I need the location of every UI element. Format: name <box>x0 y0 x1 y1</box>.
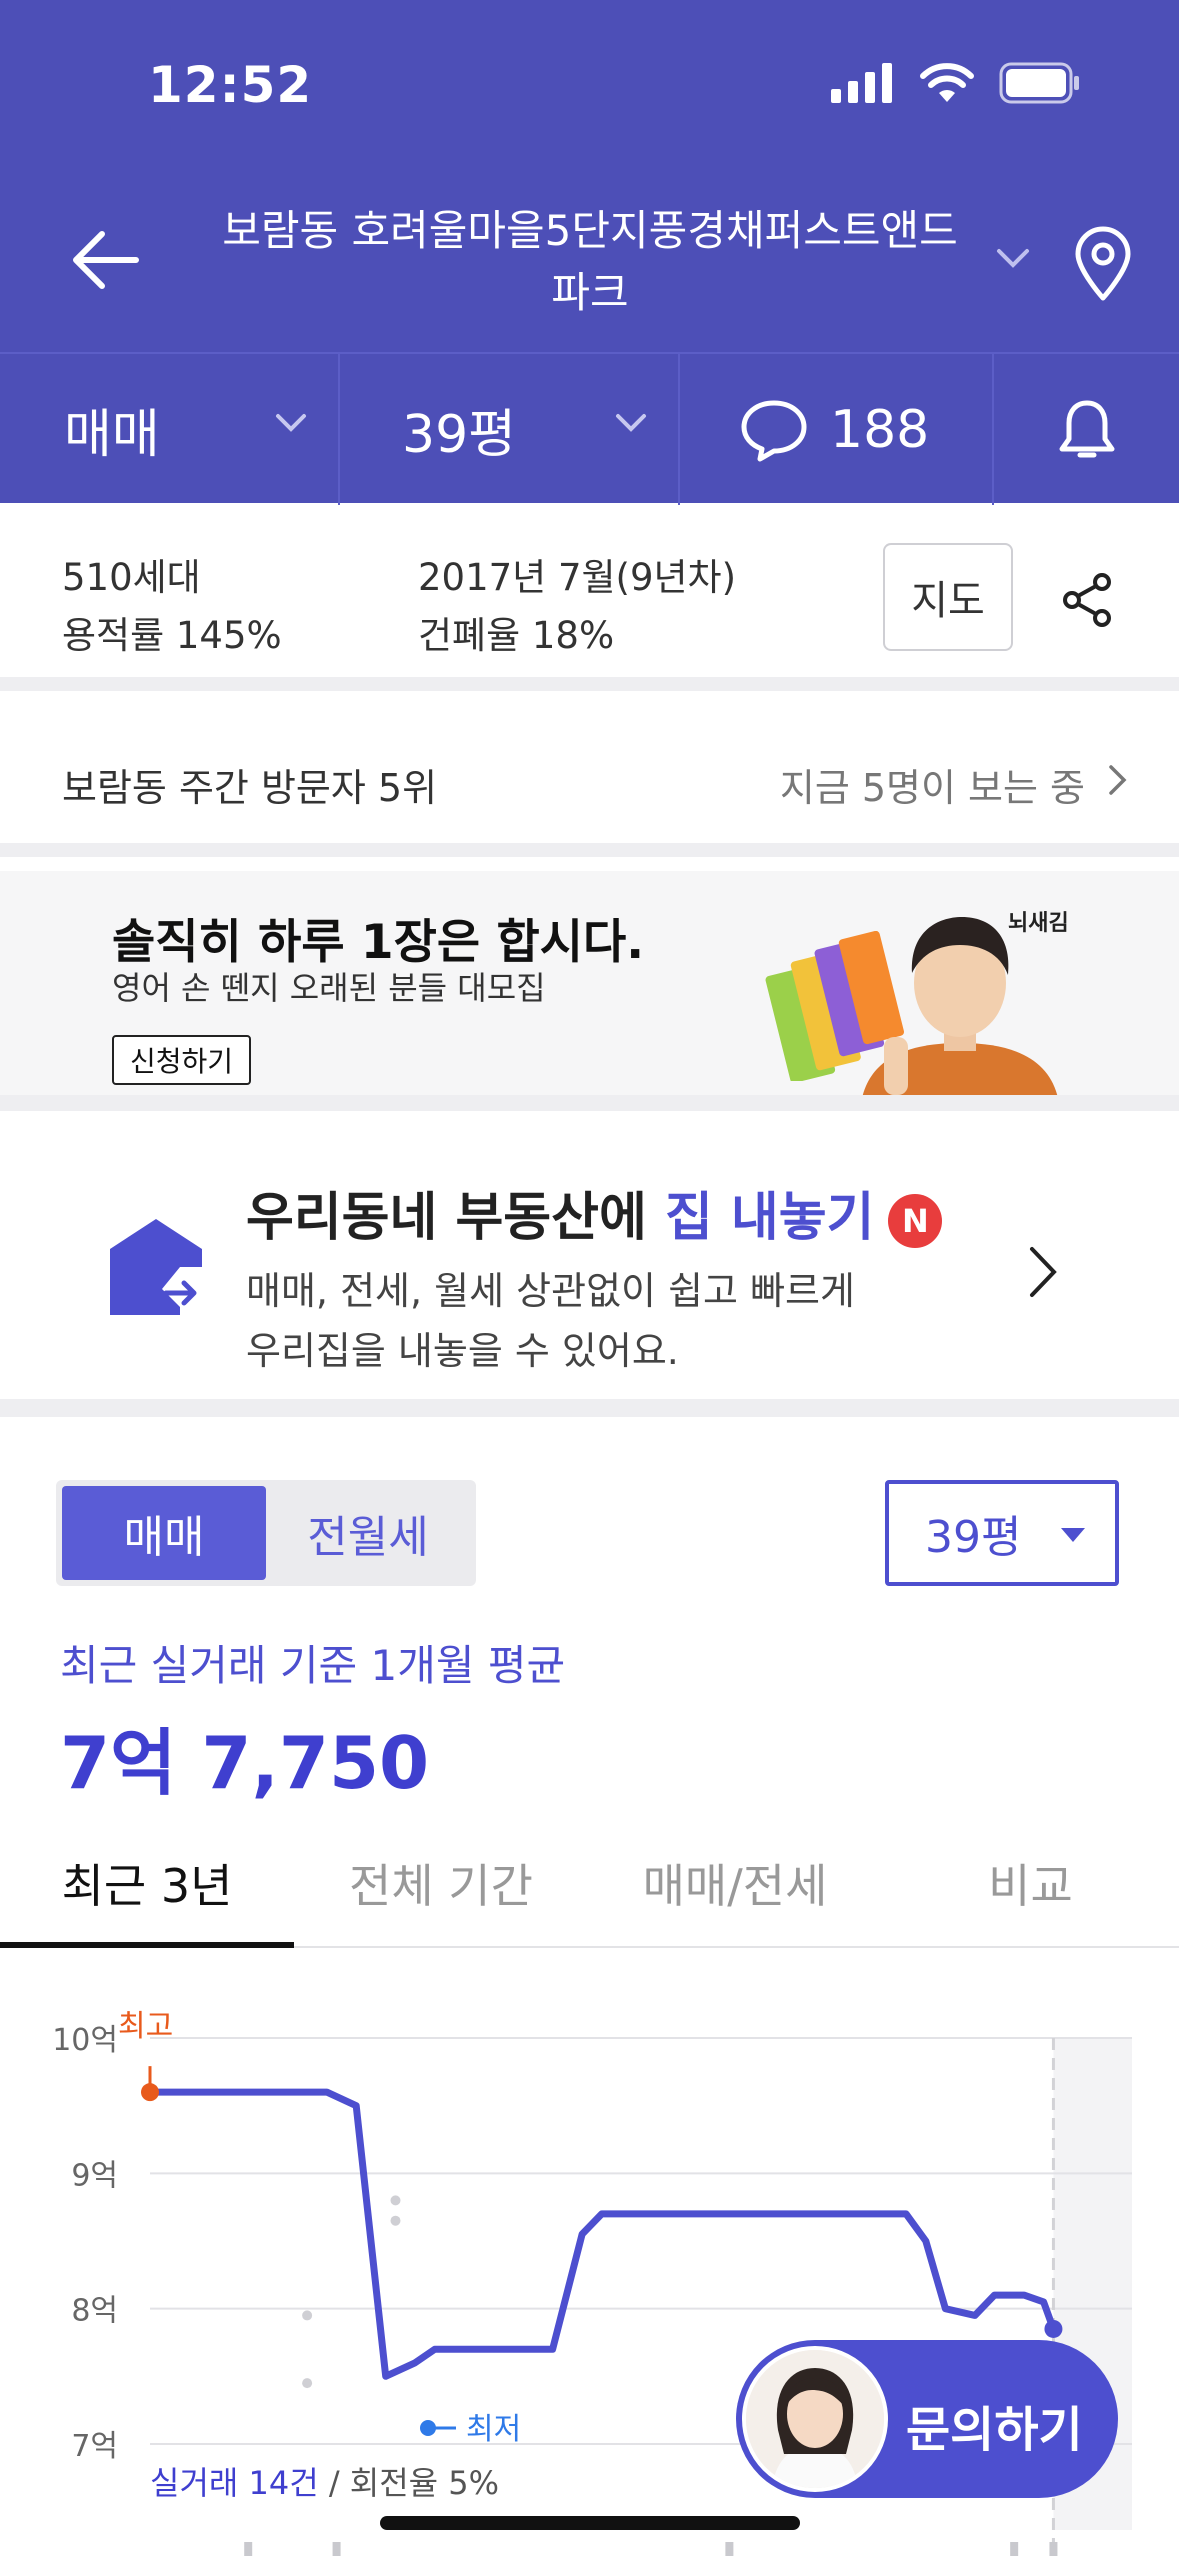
households: 510세대 <box>62 556 201 599</box>
size-tab[interactable]: 39평 <box>340 354 680 505</box>
trade-segment: 매매 전월세 <box>56 1480 476 1586</box>
y-tick-label: 10억 <box>52 2023 118 2058</box>
sell-desc-line-1: 매매, 전세, 월세 상관없이 쉽고 빠르게 <box>246 1269 855 1313</box>
map-button[interactable]: 지도 <box>883 543 1013 651</box>
last-price-dot <box>1044 2319 1063 2338</box>
ad-apply-button[interactable]: 신청하기 <box>112 1035 252 1085</box>
trade-stats: 실거래 14건 / 회전율 5% <box>150 2458 499 2504</box>
volume-bar <box>332 2542 341 2556</box>
status-icons <box>831 62 1081 104</box>
tab-trade-jeonse[interactable]: 매매/전세 <box>588 1850 882 1916</box>
ad-title: 솔직히 하루 1장은 합시다. <box>112 915 645 970</box>
speech-bubble-icon <box>741 400 807 461</box>
visitor-rank: 보람동 주간 방문자 5위 <box>62 766 438 810</box>
size-select[interactable]: 39평 <box>885 1480 1119 1586</box>
chevron-right-icon <box>1030 1247 1057 1297</box>
page-title[interactable]: 보람동 호려울마을5단지풍경채퍼스트앤드 파크 <box>190 200 990 324</box>
app-header: 12:52 보람동 호려울마을5단지풍경채퍼스트앤드 파크 매매 39평 188 <box>0 0 1179 505</box>
sell-title-highlight: 집 내놓기 <box>664 1188 875 1248</box>
sell-title-prefix: 우리동네 부동산에 <box>246 1188 665 1248</box>
agent-portrait-image <box>746 2350 884 2488</box>
volume-bar <box>1049 2542 1058 2556</box>
location-pin-icon[interactable] <box>1068 224 1138 304</box>
back-arrow-icon[interactable] <box>66 220 146 300</box>
coverage-ratio: 건폐율 18% <box>418 614 615 657</box>
ad-banner[interactable]: 솔직히 하루 1장은 합시다. 영어 손 뗀지 오래된 분들 대모집 신청하기 … <box>0 871 1179 1111</box>
deal-count: 실거래 14건 <box>150 2464 319 2502</box>
inquiry-label: 문의하기 <box>906 2402 1083 2458</box>
chevron-down-icon[interactable] <box>995 246 1031 270</box>
y-tick-label: 7억 <box>71 2429 118 2464</box>
tab-recent-3y[interactable]: 최근 3년 <box>0 1850 294 1916</box>
segment-rent[interactable]: 전월세 <box>266 1486 470 1580</box>
new-badge: N <box>888 1194 943 1248</box>
battery-icon <box>999 62 1079 104</box>
house-icon <box>110 1219 202 1315</box>
visitor-rank-row[interactable]: 보람동 주간 방문자 5위 지금 5명이 보는 중 <box>0 705 1179 857</box>
notification-tab[interactable] <box>994 354 1179 505</box>
price-line <box>146 2088 1057 2380</box>
period-tabs: 최근 3년 전체 기간 매매/전세 비교 <box>0 1820 1179 1948</box>
chevron-down-icon <box>276 414 306 432</box>
jeonse-dot <box>390 2215 401 2226</box>
wifi-icon <box>920 63 974 102</box>
jeonse-dot <box>302 2378 313 2389</box>
size-select-value: 39평 <box>925 1512 1022 1563</box>
floor-area-ratio: 용적률 145% <box>62 614 282 657</box>
viewing-now: 지금 5명이 보는 중 <box>779 766 1085 810</box>
avg-price-label: 최근 실거래 기준 1개월 평균 <box>60 1641 566 1690</box>
sell-promo-desc: 매매, 전세, 월세 상관없이 쉽고 빠르게 우리집을 내놓을 수 있어요. <box>246 1261 855 1381</box>
bell-icon <box>1059 400 1114 457</box>
sell-promo-title: 우리동네 부동산에 집 내놓기 N <box>246 1175 943 1250</box>
active-tab-underline <box>0 1942 294 1948</box>
home-indicator <box>380 2516 800 2530</box>
chevron-down-icon <box>616 414 646 432</box>
trade-type-label: 매매 <box>64 405 160 465</box>
high-marker-dot <box>141 2083 159 2102</box>
high-marker-label: 최고 <box>118 2009 173 2044</box>
y-tick-label: 8억 <box>71 2294 118 2329</box>
title-line-2: 파크 <box>551 268 629 317</box>
size-tab-label: 39평 <box>402 405 517 465</box>
volume-bar <box>725 2542 734 2556</box>
avg-price-value: 7억 7,750 <box>60 1721 430 1805</box>
volume-bar <box>244 2542 253 2556</box>
chevron-right-icon <box>1109 765 1127 795</box>
comments-tab[interactable]: 188 <box>680 354 994 505</box>
sell-desc-line-2: 우리집을 내놓을 수 있어요. <box>246 1329 679 1373</box>
caret-down-icon <box>1061 1528 1085 1542</box>
jeonse-dot <box>302 2310 313 2321</box>
signal-icon <box>831 63 892 103</box>
comment-count: 188 <box>830 399 930 460</box>
sell-promo[interactable]: 우리동네 부동산에 집 내놓기 N 매매, 전세, 월세 상관없이 쉽고 빠르게 … <box>0 1127 1179 1417</box>
turnover-rate: / 회전율 5% <box>328 2464 500 2502</box>
volume-bar <box>1010 2542 1019 2556</box>
title-line-1: 보람동 호려울마을5단지풍경채퍼스트앤드 <box>222 206 958 255</box>
share-icon[interactable] <box>1058 570 1118 630</box>
filter-tabbar: 매매 39평 188 <box>0 352 1179 505</box>
tab-compare[interactable]: 비교 <box>882 1850 1179 1916</box>
status-time: 12:52 <box>148 56 313 114</box>
tab-all-period[interactable]: 전체 기간 <box>294 1850 588 1916</box>
segment-trade[interactable]: 매매 <box>62 1486 266 1580</box>
inquiry-button[interactable]: 문의하기 <box>736 2340 1118 2498</box>
jeonse-dot <box>390 2195 401 2206</box>
agent-avatar <box>742 2346 888 2492</box>
ad-person-image <box>862 917 1058 1095</box>
trade-type-tab[interactable]: 매매 <box>0 354 340 505</box>
built-year: 2017년 7월(9년차) <box>418 556 737 599</box>
ad-subtitle: 영어 손 뗀지 오래된 분들 대모집 <box>112 969 546 1007</box>
y-tick-label: 9억 <box>71 2158 118 2193</box>
low-marker-label: 최저 <box>466 2412 521 2447</box>
